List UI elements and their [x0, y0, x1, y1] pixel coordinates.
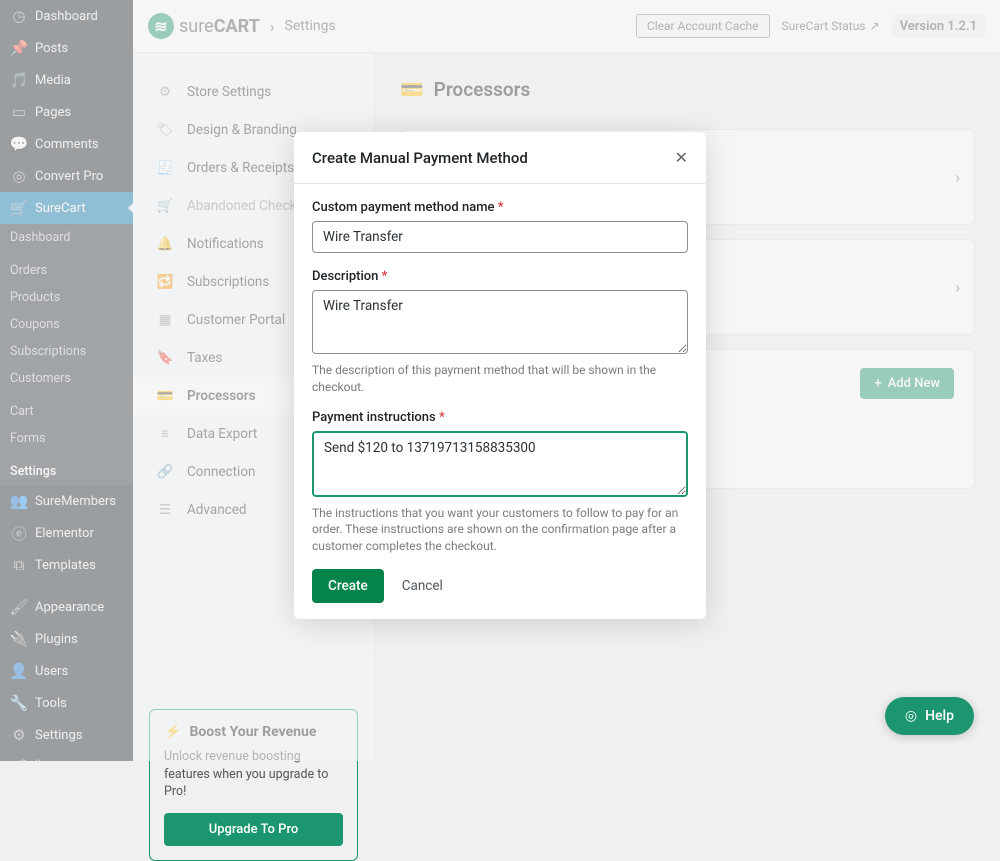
- description-textarea[interactable]: Wire Transfer: [312, 290, 688, 354]
- instructions-label: Payment instructions *: [312, 410, 688, 425]
- name-label: Custom payment method name *: [312, 200, 688, 215]
- modal-title: Create Manual Payment Method: [312, 149, 528, 167]
- instructions-help: The instructions that you want your cust…: [312, 505, 688, 555]
- upgrade-pro-button[interactable]: Upgrade To Pro: [164, 813, 343, 846]
- description-label: Description *: [312, 269, 688, 284]
- help-button[interactable]: ◎ Help: [885, 697, 974, 735]
- cancel-button[interactable]: Cancel: [402, 578, 443, 594]
- instructions-textarea[interactable]: Send $120 to 13719713158835300: [312, 431, 688, 497]
- description-help: The description of this payment method t…: [312, 362, 688, 396]
- close-icon[interactable]: ✕: [675, 148, 688, 167]
- payment-name-input[interactable]: [312, 221, 688, 253]
- lifebuoy-icon: ◎: [905, 708, 917, 724]
- create-payment-modal: Create Manual Payment Method ✕ Custom pa…: [294, 132, 706, 619]
- create-button[interactable]: Create: [312, 569, 384, 603]
